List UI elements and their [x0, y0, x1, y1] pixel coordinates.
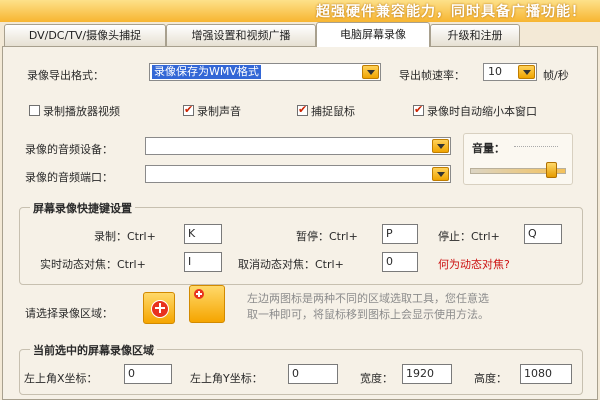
hotkey-pause-input[interactable]: P — [382, 224, 418, 244]
region-hint-line2: 取一种即可，将鼠标移到图标上会显示使用方法。 — [247, 308, 489, 321]
framerate-label: 导出帧速率： — [399, 69, 465, 82]
chevron-down-icon[interactable] — [432, 167, 449, 181]
record-format-value: 录像保存为WMV格式 — [152, 65, 261, 79]
region-label: 请选择录像区域： — [25, 307, 113, 320]
tab-screen-recording[interactable]: 电脑屏幕录像 — [316, 22, 430, 47]
hotkey-pause-label: 暂停：Ctrl+ — [296, 230, 358, 243]
region-drag-tool-button[interactable] — [189, 285, 225, 323]
hotkey-record-input[interactable]: K — [184, 224, 222, 244]
hotkey-record-label: 录制：Ctrl+ — [94, 230, 156, 243]
audio-device-select[interactable] — [145, 137, 451, 155]
checkbox-label-auto-minimize: 录像时自动缩小本窗口 — [427, 105, 537, 118]
checkbox-record-player-video[interactable] — [29, 105, 40, 116]
current-region-title: 当前选中的屏幕录像区域 — [30, 342, 157, 358]
dynamic-focus-help-link[interactable]: 何为动态对焦? — [438, 256, 510, 272]
region-drag-icon-v — [198, 291, 200, 297]
tab-upgrade-register[interactable]: 升级和注册 — [430, 24, 520, 46]
region-x-label: 左上角X坐标： — [24, 372, 98, 385]
region-width-label: 宽度： — [360, 372, 393, 385]
chevron-down-icon[interactable] — [432, 139, 449, 153]
hotkey-focus-label: 实时动态对焦：Ctrl+ — [40, 258, 146, 271]
checkbox-capture-mouse[interactable] — [297, 103, 308, 116]
audio-port-value — [148, 167, 152, 181]
region-height-input[interactable]: 1080 — [520, 364, 572, 384]
tab-enhanced-settings[interactable]: 增强设置和视频广播 — [166, 24, 316, 46]
audio-port-label: 录像的音频端口： — [25, 171, 113, 184]
hotkeys-title: 屏幕录像快捷键设置 — [30, 200, 135, 216]
volume-box: 音量： — [463, 133, 573, 185]
region-y-label: 左上角Y坐标： — [190, 372, 263, 385]
current-region-group: 当前选中的屏幕录像区域 左上角X坐标： 0 左上角Y坐标： 0 宽度： 1920… — [19, 342, 583, 395]
hotkeys-group: 屏幕录像快捷键设置 录制：Ctrl+ K 暂停：Ctrl+ P 停止：Ctrl+… — [19, 200, 583, 285]
checkbox-record-sound[interactable] — [183, 103, 194, 116]
region-y-input[interactable]: 0 — [288, 364, 338, 384]
record-format-select[interactable]: 录像保存为WMV格式 — [149, 63, 381, 81]
tab-capture[interactable]: DV/DC/TV/摄像头捕捉 — [4, 24, 166, 46]
framerate-value: 10 — [488, 65, 502, 78]
hotkey-focus-input[interactable]: I — [184, 252, 222, 272]
volume-label: 音量： — [472, 142, 505, 155]
record-format-label: 录像导出格式： — [27, 69, 104, 82]
screen-recording-panel: 录像导出格式： 录像保存为WMV格式 导出帧速率： 10 帧/秒 录制播放器视频… — [2, 46, 598, 400]
banner-text: 超强硬件兼容能力，同时具备广播功能！ — [316, 4, 586, 20]
audio-device-label: 录像的音频设备： — [25, 143, 113, 156]
volume-divider — [514, 146, 558, 147]
hotkey-cancel-focus-label: 取消动态对焦：Ctrl+ — [238, 258, 344, 271]
audio-device-value — [148, 139, 152, 153]
region-height-label: 高度： — [474, 372, 507, 385]
audio-port-select[interactable] — [145, 165, 451, 183]
framerate-select[interactable]: 10 — [483, 63, 537, 81]
checkbox-auto-minimize[interactable] — [413, 103, 424, 116]
region-select-tool-button[interactable] — [143, 292, 175, 324]
checkbox-label-capture-mouse: 捕捉鼠标 — [311, 105, 355, 118]
region-x-input[interactable]: 0 — [124, 364, 172, 384]
chevron-down-icon[interactable] — [362, 65, 379, 79]
region-hint-line1: 左边两图标是两种不同的区域选取工具，您任意选 — [247, 292, 489, 305]
hotkey-stop-input[interactable]: Q — [524, 224, 562, 244]
framerate-unit: 帧/秒 — [543, 69, 569, 82]
volume-slider-thumb[interactable] — [545, 162, 557, 178]
region-width-input[interactable]: 1920 — [402, 364, 452, 384]
checkbox-label-record-sound: 录制声音 — [197, 105, 241, 118]
hotkey-stop-label: 停止：Ctrl+ — [438, 230, 500, 243]
hotkey-cancel-focus-input[interactable]: 0 — [382, 252, 418, 272]
chevron-down-icon[interactable] — [518, 65, 535, 79]
top-banner: 超强硬件兼容能力，同时具备广播功能！ — [0, 0, 600, 22]
crosshair-icon-v — [159, 303, 161, 313]
checkbox-label-record-player-video: 录制播放器视频 — [43, 105, 120, 118]
region-hint: 左边两图标是两种不同的区域选取工具，您任意选 取一种即可，将鼠标移到图标上会显示… — [247, 291, 587, 323]
